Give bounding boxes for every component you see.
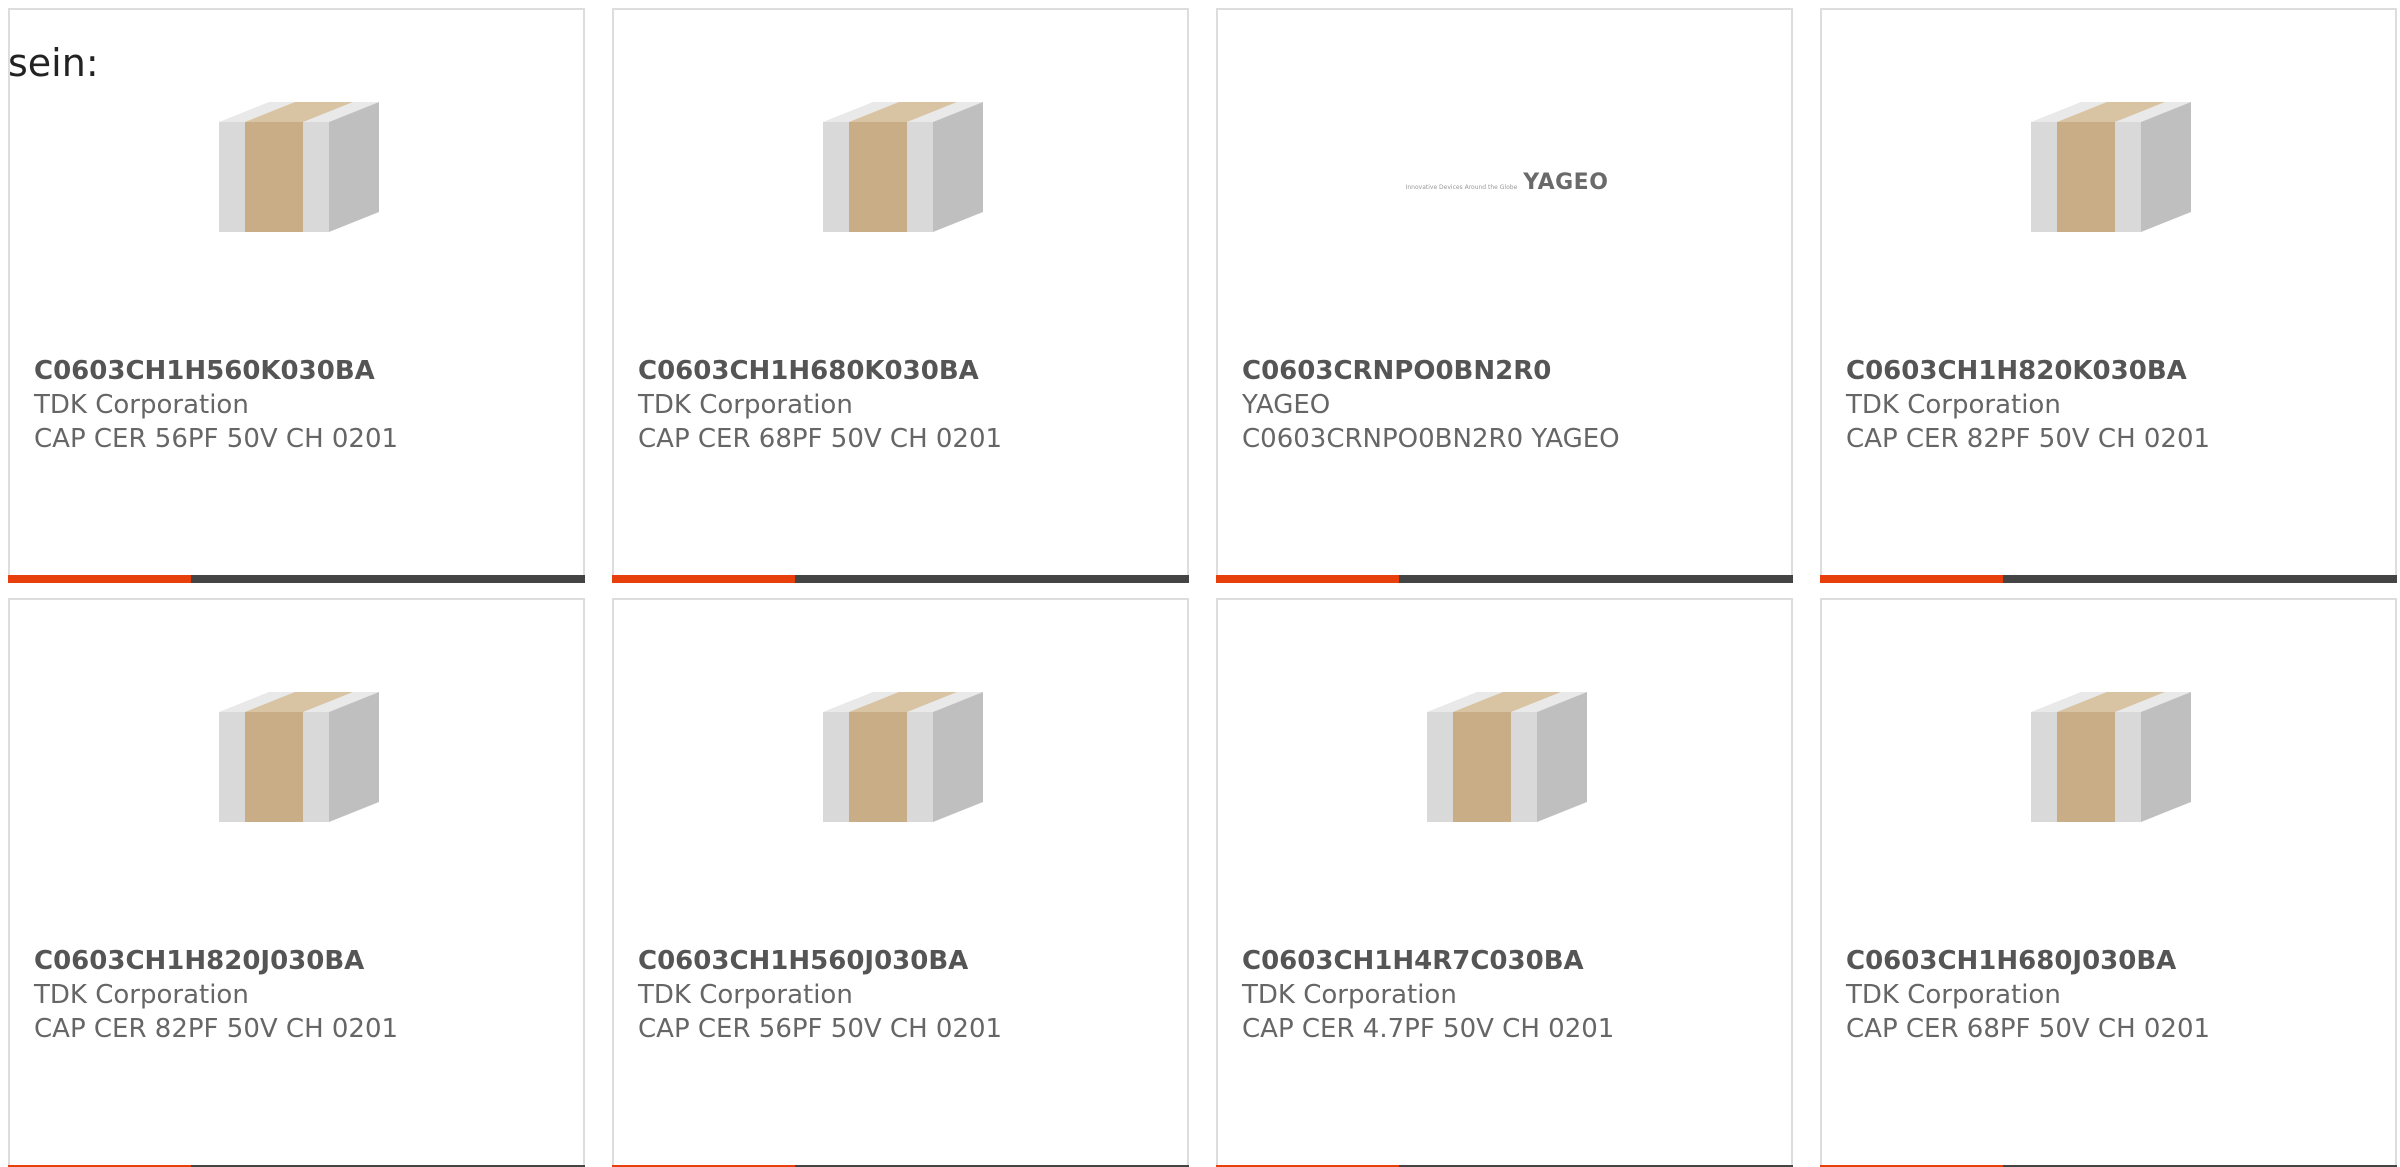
card-bottom-bar [1820, 575, 2397, 583]
product-card[interactable]: C0603CH1H820K030BA TDK Corporation CAP C… [1820, 8, 2397, 583]
capacitor-chip-icon [219, 102, 379, 232]
part-number[interactable]: C0603CRNPO0BN2R0 [1242, 354, 1551, 388]
manufacturer: TDK Corporation [1846, 980, 2061, 1010]
capacitor-chip-icon [2031, 692, 2191, 822]
card-bottom-bar [1216, 575, 1793, 583]
manufacturer: TDK Corporation [1242, 980, 1457, 1010]
logo-tagline: Innovative Devices Around the Globe [1405, 183, 1518, 191]
product-card[interactable]: C0603CH1H820J030BA TDK Corporation CAP C… [8, 598, 585, 1167]
part-number[interactable]: C0603CH1H560J030BA [638, 944, 968, 978]
product-image[interactable]: Innovative Devices Around the Globe YAGE… [1405, 80, 1609, 284]
capacitor-chip-icon [1427, 692, 1587, 822]
product-image[interactable] [197, 670, 401, 874]
card-accent [1216, 575, 1399, 583]
logo-brand: YAGEO [1523, 169, 1609, 195]
manufacturer: TDK Corporation [34, 390, 249, 420]
description: CAP CER 82PF 50V CH 0201 [1846, 424, 2211, 454]
product-card[interactable]: C0603CH1H680J030BA TDK Corporation CAP C… [1820, 598, 2397, 1167]
capacitor-chip-icon [2031, 102, 2191, 232]
description: CAP CER 56PF 50V CH 0201 [638, 1014, 1003, 1044]
product-image[interactable] [801, 670, 1005, 874]
product-card[interactable]: C0603CH1H4R7C030BA TDK Corporation CAP C… [1216, 598, 1793, 1167]
manufacturer: YAGEO [1242, 390, 1331, 420]
manufacturer: TDK Corporation [34, 980, 249, 1010]
product-card[interactable]: C0603CH1H560K030BA TDK Corporation CAP C… [8, 8, 585, 583]
description: CAP CER 68PF 50V CH 0201 [1846, 1014, 2211, 1044]
product-image[interactable] [197, 80, 401, 284]
product-image[interactable] [2009, 670, 2213, 874]
card-accent [8, 575, 191, 583]
description: C0603CRNPO0BN2R0 YAGEO [1242, 424, 1620, 454]
part-number[interactable]: C0603CH1H820K030BA [1846, 354, 2187, 388]
product-image[interactable] [1405, 670, 1609, 874]
product-card[interactable]: C0603CH1H560J030BA TDK Corporation CAP C… [612, 598, 1189, 1167]
capacitor-chip-icon [823, 692, 983, 822]
card-bottom-bar [8, 575, 585, 583]
product-grid: C0603CH1H560K030BA TDK Corporation CAP C… [8, 8, 2400, 1167]
part-number[interactable]: C0603CH1H680J030BA [1846, 944, 2176, 978]
product-card[interactable]: Innovative Devices Around the Globe YAGE… [1216, 8, 1793, 583]
part-number[interactable]: C0603CH1H820J030BA [34, 944, 364, 978]
card-accent [1820, 575, 2003, 583]
product-image[interactable] [801, 80, 1005, 284]
manufacturer: TDK Corporation [638, 980, 853, 1010]
manufacturer: TDK Corporation [1846, 390, 2061, 420]
product-image[interactable] [2009, 80, 2213, 284]
product-grid-page: C0603CH1H560K030BA TDK Corporation CAP C… [0, 0, 2400, 1167]
description: CAP CER 4.7PF 50V CH 0201 [1242, 1014, 1615, 1044]
part-number[interactable]: C0603CH1H680K030BA [638, 354, 979, 388]
card-bottom-bar [612, 575, 1189, 583]
product-card[interactable]: C0603CH1H680K030BA TDK Corporation CAP C… [612, 8, 1189, 583]
capacitor-chip-icon [219, 692, 379, 822]
part-number[interactable]: C0603CH1H560K030BA [34, 354, 375, 388]
capacitor-chip-icon [823, 102, 983, 232]
yageo-logo: Innovative Devices Around the Globe YAGE… [1406, 170, 1609, 195]
description: CAP CER 82PF 50V CH 0201 [34, 1014, 399, 1044]
card-accent [612, 575, 795, 583]
part-number[interactable]: C0603CH1H4R7C030BA [1242, 944, 1584, 978]
manufacturer: TDK Corporation [638, 390, 853, 420]
description: CAP CER 68PF 50V CH 0201 [638, 424, 1003, 454]
description: CAP CER 56PF 50V CH 0201 [34, 424, 399, 454]
fragment-text: sein: [8, 41, 99, 85]
